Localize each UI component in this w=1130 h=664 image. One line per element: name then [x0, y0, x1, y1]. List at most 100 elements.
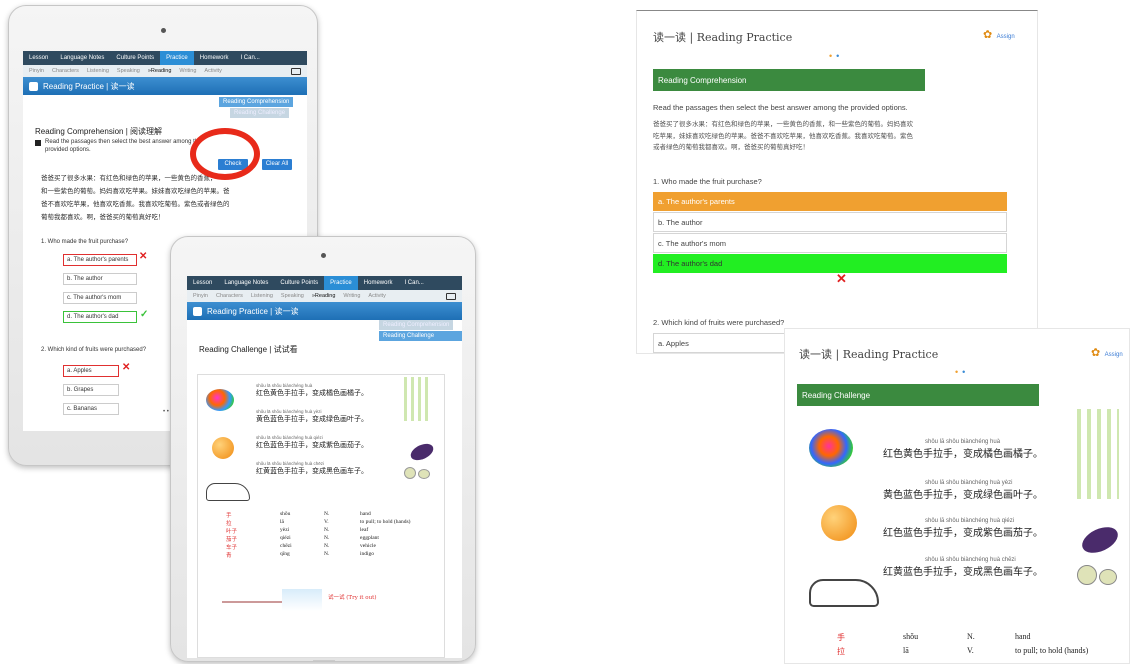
assign-label: Assign — [996, 34, 1015, 40]
page-dots: •• — [829, 51, 844, 61]
sub-nav: Pinyin Characters Listening Speaking »Re… — [187, 290, 462, 302]
tablet-camera — [161, 28, 166, 33]
subtab-reading[interactable]: »Reading — [308, 293, 340, 299]
passage-line: 爸爸买了很多水果：有红色和绿色的苹果，一些黄色的香蕉， — [41, 174, 217, 182]
car-sketch-image — [206, 483, 250, 501]
orange-image — [821, 505, 857, 541]
vocab-row: 茄子 qiézi N. eggplant — [198, 535, 446, 543]
q1-option-b[interactable]: b. The author — [653, 212, 1007, 232]
passage-line: 爸不喜欢吃苹果，他喜欢吃香蕉。我喜欢吃葡萄。紫色或者绿色的 — [41, 200, 230, 208]
eggplant-slices-image — [418, 469, 430, 479]
vocab-row: 叶子 yèzi N. leaf — [198, 527, 446, 535]
q1-option-a[interactable]: a. The author's parents — [63, 254, 137, 266]
eggplant-slices-image — [1077, 565, 1097, 585]
q2-option-c[interactable]: c. Bananas — [63, 403, 119, 415]
vocab-pinyin: shǒu — [903, 632, 919, 641]
q1-option-c[interactable]: c. The author's mom — [653, 233, 1007, 253]
nav-bar: Lesson Language Notes Culture Points Pra… — [187, 276, 462, 290]
q2-option-a[interactable]: a. Apples — [653, 333, 803, 353]
q1-option-a[interactable]: a. The author's parents — [653, 192, 1007, 211]
page-title-bar: Reading Practice | 读一读 — [23, 77, 307, 95]
vocab-pos: N. — [967, 632, 975, 641]
q1-option-c[interactable]: c. The author's mom — [63, 292, 137, 304]
nav-bar: Lesson Language Notes Culture Points Pra… — [23, 51, 307, 65]
q1-option-b[interactable]: b. The author — [63, 273, 137, 285]
tab-reading-comprehension[interactable]: Reading Comprehension — [379, 320, 454, 330]
passage: 爸爸买了很多水果：有红色和绿色的苹果，一些黄色的香蕉，和一些紫色的葡萄。妈妈喜欢… — [653, 119, 913, 154]
home-button[interactable] — [313, 660, 335, 661]
screen-icon[interactable] — [446, 292, 456, 300]
subtab-reading[interactable]: »Reading — [144, 68, 176, 74]
page-title: Reading Practice | 读一读 — [207, 306, 299, 316]
subtab-speaking[interactable]: Speaking — [113, 68, 144, 74]
vocab-char: 叶子 — [226, 529, 238, 535]
tab-i-can[interactable]: I Can... — [234, 51, 265, 65]
book-icon — [193, 306, 202, 316]
vocab-pinyin: chēzi — [280, 543, 292, 549]
vocab-meaning: leaf — [360, 527, 369, 533]
screen-icon[interactable] — [291, 67, 301, 75]
paint-splash-image — [206, 389, 234, 411]
tab-practice[interactable]: Practice — [324, 276, 358, 290]
tab-reading-comprehension[interactable]: Reading Comprehension — [219, 97, 294, 107]
vocab-meaning: to pull; to hold (hands) — [360, 519, 411, 525]
q2-option-b[interactable]: b. Grapes — [63, 384, 119, 396]
tab-i-can[interactable]: I Can... — [398, 276, 429, 290]
assign-button[interactable]: ✿ Assign — [983, 25, 1015, 43]
subtab-activity[interactable]: Activity — [364, 293, 389, 299]
q1-option-d[interactable]: d. The author's dad — [653, 254, 1007, 273]
question-1: 1. Who made the fruit purchase? — [653, 177, 762, 186]
verse: shǒu lā shǒu biànchéng huà chēzi 红黄蓝色手拉手… — [883, 557, 1043, 578]
checkbox[interactable] — [35, 140, 41, 146]
tab-language-notes[interactable]: Language Notes — [54, 51, 110, 65]
tab-homework[interactable]: Homework — [358, 276, 399, 290]
verse: shǒu lā shǒu biànchéng huà 红色黄色手拉手，变成橘色画… — [883, 439, 1043, 460]
assign-label: Assign — [1104, 352, 1123, 358]
tab-lesson[interactable]: Lesson — [187, 276, 218, 290]
subtab-activity[interactable]: Activity — [200, 68, 225, 74]
tab-culture-points[interactable]: Culture Points — [110, 51, 160, 65]
subtab-pinyin[interactable]: Pinyin — [25, 68, 48, 74]
verse-hanzi: 红色黄色手拉手，变成橘色画橘子。 — [256, 389, 368, 397]
tab-culture-points[interactable]: Culture Points — [274, 276, 324, 290]
eggplant-image — [1078, 522, 1122, 558]
subtab-characters[interactable]: Characters — [212, 293, 247, 299]
tab-language-notes[interactable]: Language Notes — [218, 276, 274, 290]
subtab-listening[interactable]: Listening — [83, 68, 113, 74]
vocab-pos: V. — [324, 519, 329, 525]
verse: shǒu lā shǒu biànchéng huà yèzi 黄色蓝色手拉手，… — [883, 480, 1043, 501]
tab-homework[interactable]: Homework — [194, 51, 235, 65]
question-2: 2. Which kind of fruits were purchased? — [41, 347, 147, 353]
section-heading: Reading Challenge | 试试看 — [199, 345, 298, 354]
instruction-line-2: provided options. — [45, 147, 91, 153]
tab-lesson[interactable]: Lesson — [23, 51, 54, 65]
question-2: 2. Which kind of fruits were purchased? — [653, 318, 785, 327]
clear-all-button[interactable]: Clear All — [262, 159, 292, 170]
vocab-row: 拉 lā V. to pull; to hold (hands) — [198, 519, 446, 527]
bamboo-image — [1077, 409, 1119, 499]
subtab-characters[interactable]: Characters — [48, 68, 83, 74]
subtab-writing[interactable]: Writing — [175, 68, 200, 74]
q2-option-a[interactable]: a. Apples — [63, 365, 119, 377]
verse-hanzi: 红黄蓝色手拉手，变成黑色画车子。 — [256, 467, 368, 475]
sub-nav: Pinyin Characters Listening Speaking »Re… — [23, 65, 307, 77]
verse-hanzi: 红色蓝色手拉手，变成紫色画茄子。 — [883, 528, 1043, 539]
vocab-row: 手 shǒu N. hand — [785, 632, 1129, 646]
subtab-speaking[interactable]: Speaking — [277, 293, 308, 299]
sky-image — [282, 589, 322, 611]
tab-reading-challenge[interactable]: Reading Challenge — [230, 108, 290, 118]
vocab-row: 车子 chēzi N. vehicle — [198, 543, 446, 551]
verse-hanzi: 黄色蓝色手拉手，变成绿色画叶子。 — [256, 415, 368, 423]
passage-line: 爸爸买了很多水果：有红色和绿色的苹果，一些黄色的香蕉，和一些紫色的葡萄。妈妈喜欢 — [653, 120, 913, 128]
passage-line: 吃苹果，妹妹喜欢吃绿色的苹果。爸爸不喜欢吃苹果，他喜欢吃香蕉。我喜欢吃葡萄。紫色 — [653, 131, 913, 140]
page-title: Reading Practice | 读一读 — [43, 81, 135, 91]
vocab-char: 茄子 — [226, 537, 238, 543]
verse: shǒu lā shǒu biànchéng huà 红色黄色手拉手，变成橘色画… — [256, 383, 368, 398]
q1-option-d[interactable]: d. The author's dad — [63, 311, 137, 323]
assign-button[interactable]: ✿ Assign — [1091, 343, 1123, 361]
subtab-pinyin[interactable]: Pinyin — [189, 293, 212, 299]
tab-practice[interactable]: Practice — [160, 51, 194, 65]
subtab-listening[interactable]: Listening — [247, 293, 277, 299]
tab-reading-challenge[interactable]: Reading Challenge — [379, 331, 462, 341]
subtab-writing[interactable]: Writing — [339, 293, 364, 299]
